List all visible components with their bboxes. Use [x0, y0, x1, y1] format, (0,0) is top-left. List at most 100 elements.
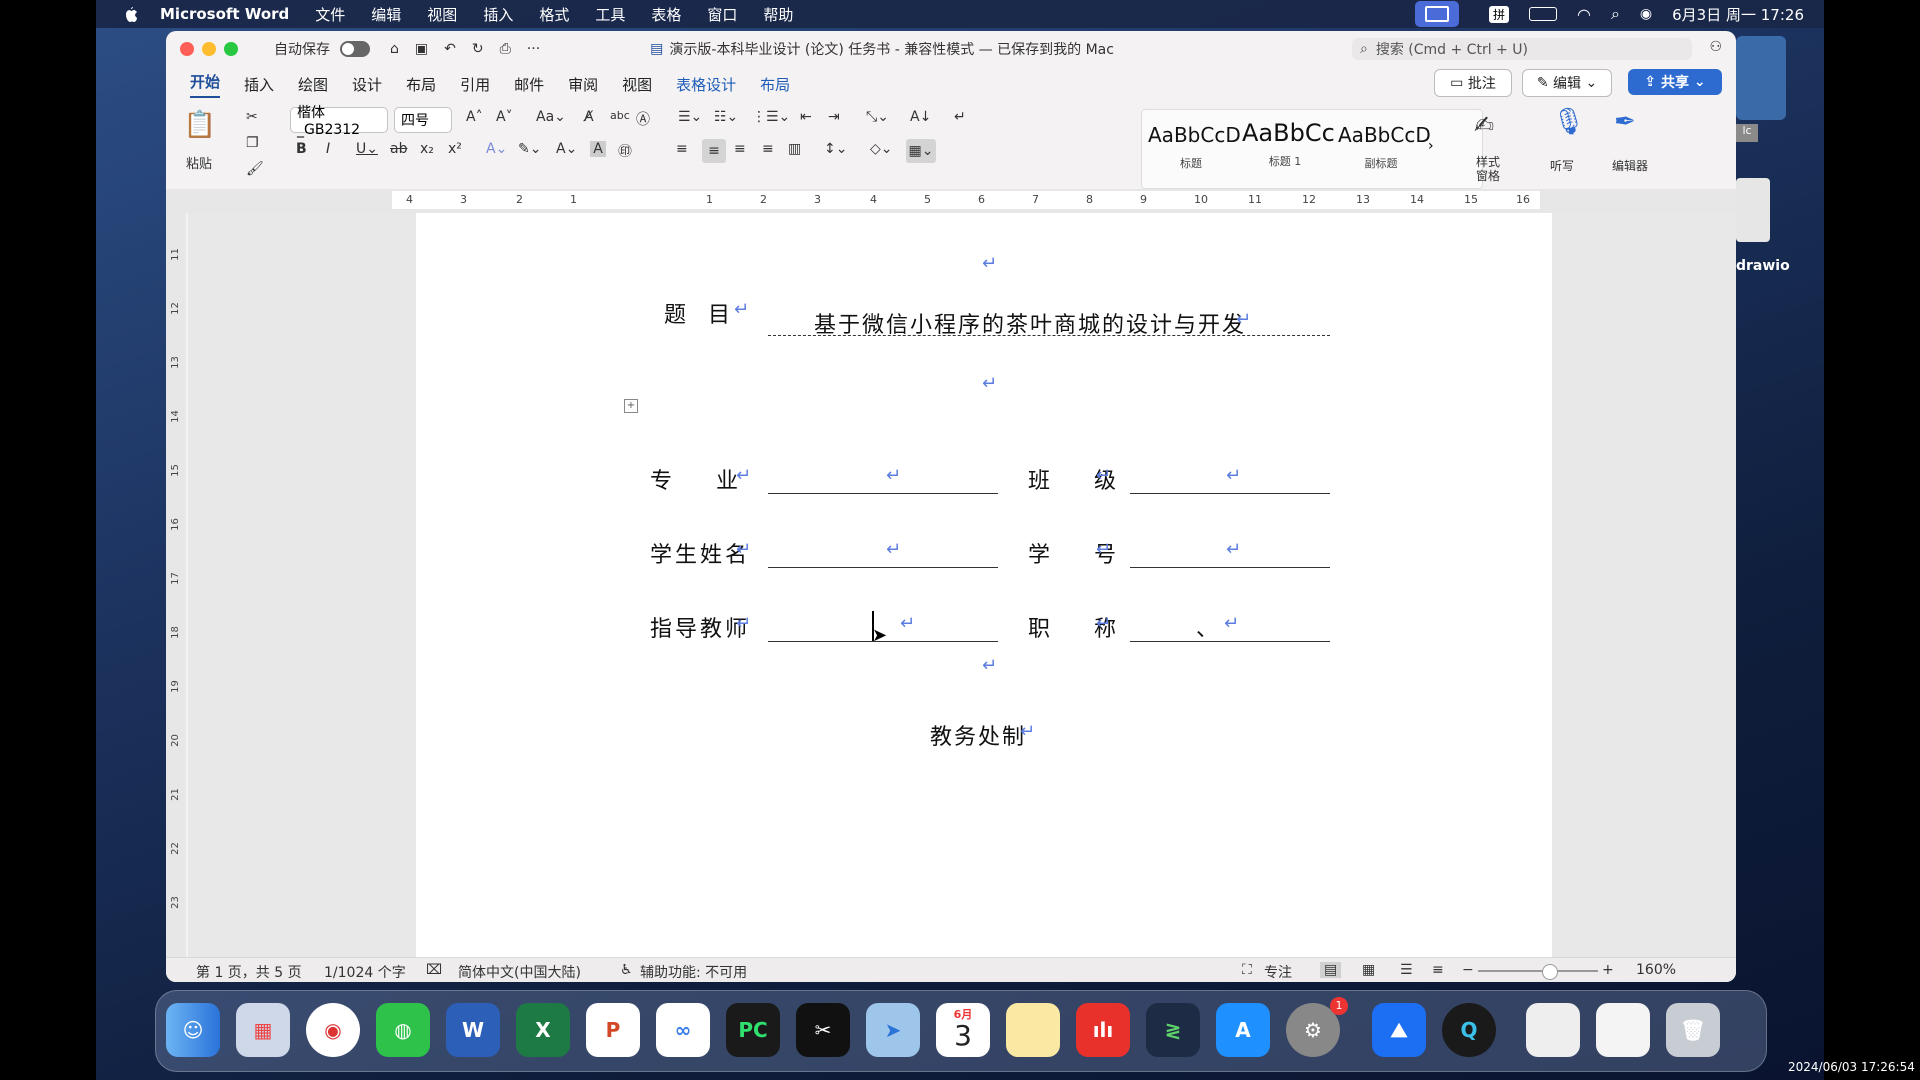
outline-view-icon[interactable]: ☰ — [1400, 962, 1413, 978]
chrome-icon[interactable]: ◉ — [306, 1003, 360, 1057]
close-window-button[interactable] — [180, 42, 194, 56]
style-subtitle[interactable]: AaBbCcD 副标题 — [1338, 115, 1431, 183]
document-stack-icon[interactable] — [1526, 1003, 1580, 1057]
paste-icon[interactable]: 📋 — [180, 105, 220, 145]
bold-button[interactable]: B — [296, 141, 307, 157]
grow-font-icon[interactable]: A˄ — [466, 109, 483, 125]
vertical-ruler[interactable]: 11 12 13 14 15 16 17 18 19 20 21 22 23 — [166, 213, 186, 982]
tab-table-design[interactable]: 表格设计 — [676, 74, 736, 95]
word-count[interactable]: 1/1024 个字 — [324, 962, 406, 982]
zoom-in-button[interactable]: + — [1602, 962, 1614, 978]
language-status[interactable]: 简体中文(中国大陆) — [458, 962, 581, 982]
sort-icon[interactable]: A↓ — [910, 109, 931, 125]
share-button[interactable]: ⇪ 共享 ⌄ — [1628, 69, 1722, 95]
major-field[interactable] — [768, 493, 998, 494]
strikethrough-button[interactable]: ab — [390, 141, 407, 157]
spotlight-search-icon[interactable]: ⌕ — [1611, 4, 1620, 24]
drawio-file-icon[interactable] — [1736, 178, 1770, 242]
line-spacing-icon[interactable]: ↕⌄ — [824, 141, 847, 157]
maps-icon[interactable]: ➤ — [866, 1003, 920, 1057]
superscript-button[interactable]: x² — [448, 141, 462, 157]
position-field[interactable] — [1130, 641, 1330, 642]
borders-icon[interactable]: ▦⌄ — [906, 139, 936, 163]
align-center-icon[interactable]: ≡ — [702, 139, 726, 163]
focus-mode-button[interactable]: 专注 — [1264, 962, 1292, 982]
web-layout-icon[interactable]: ▦ — [1362, 962, 1375, 978]
calendar-icon[interactable]: 6月 3 — [936, 1003, 990, 1057]
style-heading1[interactable]: AaBbCc 标题 1 — [1242, 115, 1335, 183]
subscript-button[interactable]: x₂ — [420, 141, 434, 157]
shrink-font-icon[interactable]: A˅ — [496, 109, 513, 125]
chevron-right-icon[interactable]: › — [1428, 138, 1434, 154]
copy-icon[interactable]: ❐ — [246, 135, 259, 151]
italic-button[interactable]: I — [326, 141, 330, 157]
zoom-slider[interactable] — [1478, 964, 1598, 980]
minimize-window-button[interactable] — [202, 42, 216, 56]
menu-insert[interactable]: 插入 — [483, 4, 513, 25]
app-name[interactable]: Microsoft Word — [160, 5, 289, 23]
style-title[interactable]: AaBbCcD 标题 — [1148, 115, 1241, 183]
input-method-indicator[interactable]: 拼 — [1488, 5, 1509, 23]
undo-icon[interactable]: ↶ — [444, 41, 456, 57]
tab-insert[interactable]: 插入 — [244, 74, 274, 95]
zoom-out-button[interactable]: − — [1462, 962, 1474, 978]
menu-tools[interactable]: 工具 — [595, 4, 625, 25]
screen-mirroring-icon[interactable] — [1414, 1, 1459, 27]
justify-icon[interactable]: ≡ — [762, 141, 774, 157]
apple-icon[interactable] — [122, 5, 138, 23]
quicktime-icon[interactable]: Q — [1442, 1003, 1496, 1057]
draft-view-icon[interactable]: ≡ — [1432, 962, 1444, 978]
tab-home[interactable]: 开始 — [190, 71, 221, 98]
clear-format-icon[interactable]: A̸ — [584, 109, 594, 125]
document-page[interactable]: ↵ 题 目 ↵ 基于微信小程序的茶叶商城的设计与开发 ↵ ↵ + 专 业 ↵ ↵… — [416, 213, 1552, 957]
menu-format[interactable]: 格式 — [539, 4, 569, 25]
horizontal-ruler[interactable]: 4 3 2 1 1 2 3 4 5 6 7 8 9 10 11 12 13 14 15 16 — [166, 189, 1736, 213]
sublime-like-icon[interactable]: ≷ — [1146, 1003, 1200, 1057]
word-icon[interactable]: W — [446, 1003, 500, 1057]
pycharm-icon[interactable]: PC — [726, 1003, 780, 1057]
distributed-icon[interactable]: ▥ — [788, 141, 801, 157]
zoom-level[interactable]: 160% — [1636, 962, 1676, 978]
menu-window[interactable]: 窗口 — [707, 4, 737, 25]
font-name-select[interactable]: 楷体_GB2312 — [290, 105, 388, 138]
editor-pen-icon[interactable]: ✒ — [1614, 107, 1636, 137]
show-formatting-icon[interactable]: ↵ — [954, 109, 966, 125]
zoom-slider-thumb[interactable] — [1542, 964, 1558, 980]
more-icon[interactable]: ··· — [527, 41, 540, 57]
comments-button[interactable]: ▭ 批注 — [1434, 69, 1512, 97]
launchpad-icon[interactable]: ▦ — [236, 1003, 290, 1057]
notes-icon[interactable] — [1006, 1003, 1060, 1057]
table-move-handle-icon[interactable]: + — [624, 399, 638, 413]
numbering-icon[interactable]: ☷⌄ — [714, 109, 738, 125]
text-effects-icon[interactable]: A⌄ — [486, 141, 507, 157]
menubar-clock[interactable]: 6月3日 周一 17:26 — [1672, 4, 1804, 25]
paste-label[interactable]: 粘贴 — [186, 153, 212, 172]
wifi-icon[interactable]: ◠ — [1577, 5, 1591, 24]
tab-table-layout[interactable]: 布局 — [760, 74, 790, 95]
menu-view[interactable]: 视图 — [427, 4, 457, 25]
print-icon[interactable]: ⎙ — [500, 41, 511, 57]
recording-app-icon[interactable]: ılı — [1076, 1003, 1130, 1057]
app-store-icon[interactable]: A — [1216, 1003, 1270, 1057]
microphone-icon[interactable]: 🎙 — [1552, 107, 1585, 137]
battery-icon[interactable] — [1528, 7, 1557, 21]
tab-layout[interactable]: 布局 — [406, 74, 436, 95]
tab-mailings[interactable]: 邮件 — [514, 74, 544, 95]
editing-button[interactable]: ✎ 编辑 ⌄ — [1522, 69, 1612, 97]
autosave-toggle[interactable] — [340, 41, 370, 57]
increase-indent-icon[interactable]: ⇥ — [828, 109, 840, 125]
character-border-icon[interactable]: Ⓐ — [636, 109, 650, 129]
save-icon[interactable]: ▣ — [415, 41, 428, 57]
character-shading-icon[interactable]: A — [590, 141, 606, 157]
tab-view[interactable]: 视图 — [622, 74, 652, 95]
align-left-icon[interactable]: ≡ — [676, 141, 688, 157]
drawio-app-icon[interactable]: ⛰ — [1372, 1003, 1426, 1057]
menu-edit[interactable]: 编辑 — [371, 4, 401, 25]
decrease-indent-icon[interactable]: ⇤ — [800, 109, 812, 125]
styles-pane-label[interactable]: 样式 窗格 — [1476, 155, 1500, 183]
excel-icon[interactable]: X — [516, 1003, 570, 1057]
phonetic-guide-icon[interactable]: abc — [610, 109, 630, 122]
home-icon[interactable]: ⌂ — [390, 41, 399, 57]
search-field[interactable]: ⌕ 搜索 (Cmd + Ctrl + U) — [1352, 38, 1692, 60]
change-case-icon[interactable]: Aa⌄ — [536, 109, 566, 125]
